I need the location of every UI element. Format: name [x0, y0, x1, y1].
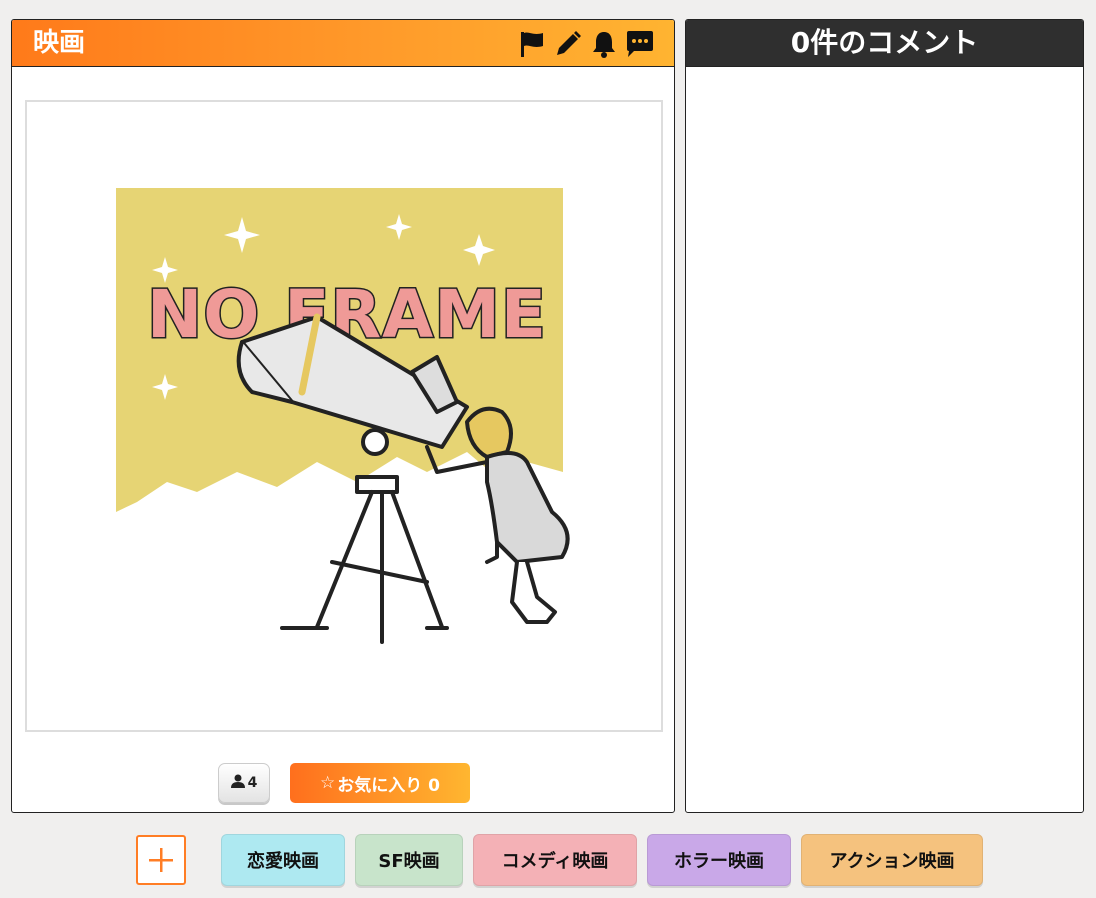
bell-icon[interactable] [588, 28, 620, 60]
viewer-count-button[interactable]: 4 [218, 763, 270, 803]
plus-icon [149, 848, 173, 872]
comments-list [686, 67, 1083, 812]
category-action[interactable]: アクション映画 [801, 834, 983, 886]
category-comedy[interactable]: コメディ映画 [473, 834, 637, 886]
category-label: ホラー映画 [674, 851, 764, 872]
category-label: 恋愛映画 [247, 851, 319, 872]
user-icon [230, 774, 245, 792]
post-meta: 4 ☆ お気に入り 0 [218, 763, 470, 803]
comments-header: 0件のコメント [686, 20, 1083, 67]
category-bar: 恋愛映画 SF映画 コメディ映画 ホラー映画 アクション映画 [0, 832, 1096, 888]
star-icon: ☆ [320, 773, 336, 793]
category-label: SF映画 [378, 851, 440, 872]
category-sf[interactable]: SF映画 [355, 834, 463, 886]
category-label: アクション映画 [829, 851, 955, 872]
post-image[interactable]: NO FRAME [25, 100, 663, 732]
add-button[interactable] [136, 835, 186, 885]
viewer-count: 4 [247, 775, 258, 791]
comments-title: 0件のコメント [790, 26, 979, 59]
flag-icon[interactable] [516, 28, 548, 60]
comments-panel: 0件のコメント [685, 19, 1084, 813]
category-horror[interactable]: ホラー映画 [647, 834, 791, 886]
post-actions [516, 28, 656, 60]
comment-icon[interactable] [624, 28, 656, 60]
favorite-button[interactable]: ☆ お気に入り 0 [290, 763, 470, 803]
category-label: コメディ映画 [501, 851, 609, 872]
post-header: 映画 [12, 20, 674, 67]
category-romance[interactable]: 恋愛映画 [221, 834, 345, 886]
post-title: 映画 [33, 28, 86, 58]
pencil-icon[interactable] [552, 28, 584, 60]
post-panel: 映画 NO FRAME 4 ☆ お気に入り 0 [11, 19, 675, 813]
favorite-label: お気に入り 0 [337, 775, 440, 796]
